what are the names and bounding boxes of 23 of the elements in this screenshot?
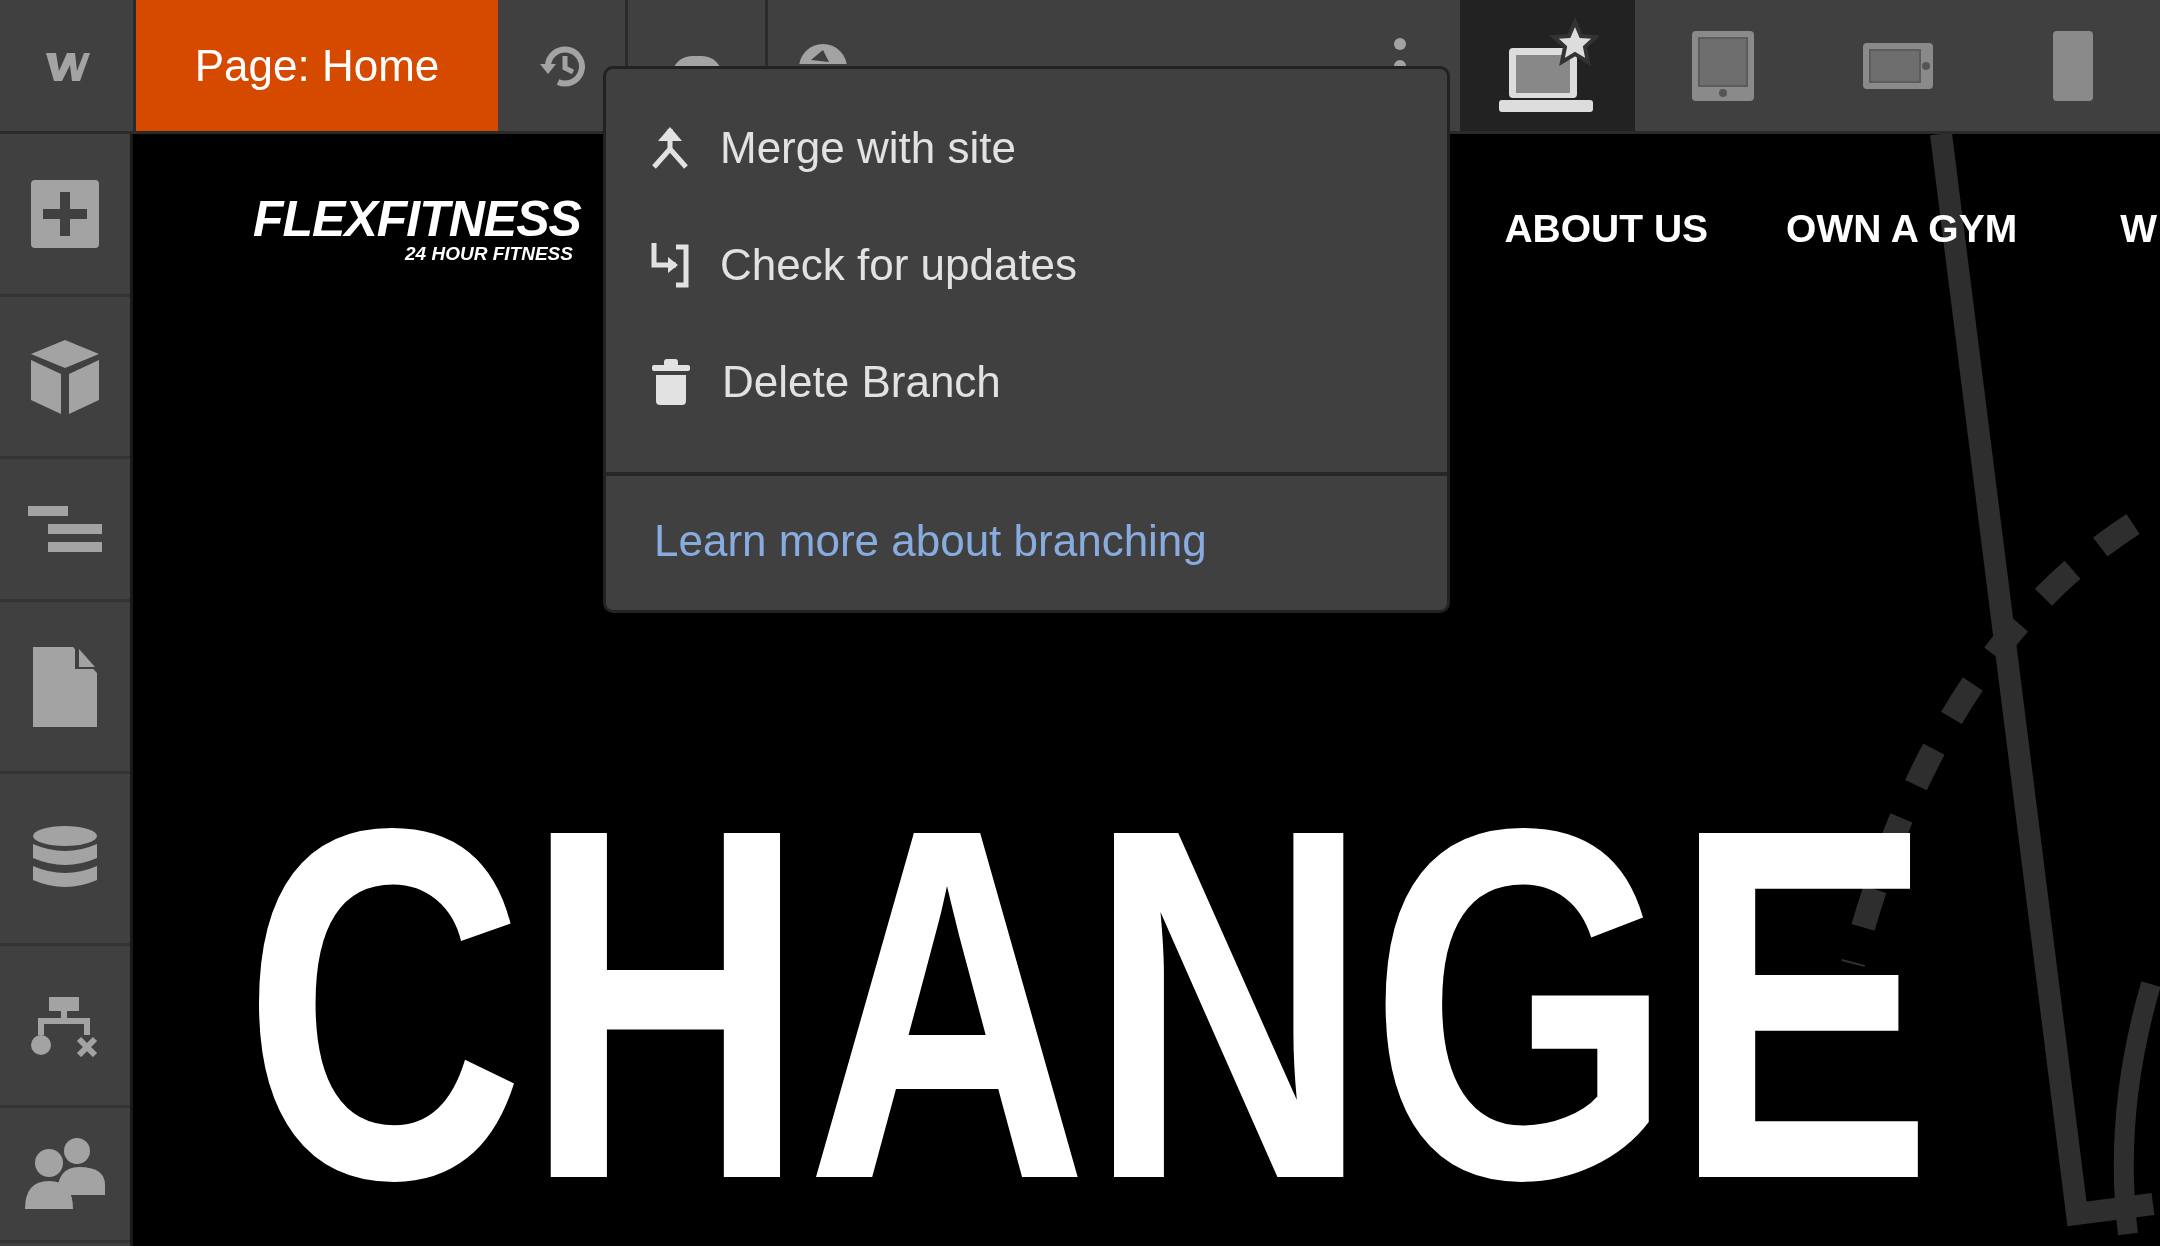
nav-link[interactable]: OWN A GYM: [1786, 207, 2018, 251]
flow-icon[interactable]: [31, 994, 99, 1057]
add-icon[interactable]: [29, 178, 101, 250]
nav-link[interactable]: ABOUT US: [1504, 207, 1709, 251]
site-logo[interactable]: FLEXFITNESS 24 HOUR FITNESS: [253, 193, 581, 265]
phone-landscape-icon: [1860, 40, 1935, 91]
laptop-star-icon: [1496, 17, 1599, 114]
page-icon[interactable]: [31, 644, 99, 729]
menu-item[interactable]: Merge with site: [606, 89, 1447, 206]
menu-item[interactable]: Delete Branch: [606, 323, 1447, 440]
nav-link[interactable]: W: [2120, 207, 2157, 251]
page-selector[interactable]: Page: Home: [136, 0, 498, 131]
cube-icon[interactable]: [29, 337, 101, 416]
tablet-icon: [1689, 28, 1756, 103]
list-icon[interactable]: [26, 504, 104, 554]
menu-item[interactable]: Check for updates: [606, 206, 1447, 323]
trash-icon: [650, 356, 692, 407]
help-link[interactable]: Learn more about branching: [606, 476, 1207, 610]
phone-icon: [2050, 28, 2095, 103]
hero-headline: CHANGE: [243, 754, 1934, 1246]
device-tab[interactable]: [1460, 0, 1635, 131]
users-icon[interactable]: [23, 1137, 107, 1211]
return-icon: [650, 240, 690, 289]
